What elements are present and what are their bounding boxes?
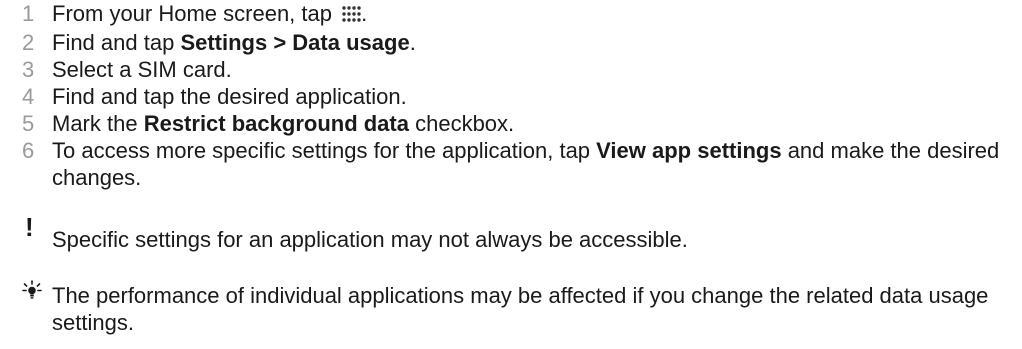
step-text-part: checkbox.	[408, 111, 515, 136]
checkbox-name-label: Restrict background data	[143, 111, 409, 136]
step-text: Find and tap Settings > Data usage.	[52, 29, 1002, 56]
step-5: 5 Mark the Restrict background data chec…	[22, 110, 1002, 137]
step-4: 4 Find and tap the desired application.	[22, 83, 1002, 110]
step-number: 6	[22, 138, 35, 163]
step-1: 1 From your Home screen, tap .	[22, 0, 1002, 29]
step-number: 2	[22, 30, 35, 55]
tip-note-text: The performance of individual applicatio…	[52, 283, 989, 335]
step-3: 3 Select a SIM card.	[22, 56, 1002, 83]
step-text: Mark the Restrict background data checkb…	[52, 110, 1002, 137]
step-text-part: Find and tap	[52, 30, 181, 55]
warning-note: ! Specific settings for an application m…	[22, 212, 1002, 253]
tip-note: The performance of individual applicatio…	[22, 280, 1002, 336]
step-number: 5	[22, 111, 35, 136]
exclamation-icon: !	[25, 212, 34, 242]
step-number: 1	[22, 1, 35, 26]
settings-path-label: Settings > Data usage	[180, 30, 410, 55]
step-number: 4	[22, 84, 35, 109]
step-text-part: To access more specific settings for the…	[52, 138, 597, 163]
step-text: Select a SIM card.	[52, 57, 232, 82]
step-number: 3	[22, 57, 35, 82]
step-text-part: .	[409, 30, 416, 55]
apps-grid-icon	[341, 2, 361, 29]
warning-note-text: Specific settings for an application may…	[52, 227, 688, 252]
step-text-part: From your Home screen, tap	[52, 1, 339, 26]
lightbulb-tip-icon	[22, 280, 52, 309]
step-2: 2 Find and tap Settings > Data usage.	[22, 29, 1002, 56]
step-text: From your Home screen, tap .	[52, 0, 1002, 29]
step-text-part: .	[361, 1, 368, 26]
step-text: Find and tap the desired application.	[52, 84, 407, 109]
step-6: 6 To access more specific settings for t…	[22, 137, 1002, 191]
step-text-part: Mark the	[52, 111, 144, 136]
view-app-settings-label: View app settings	[596, 138, 782, 163]
instruction-steps: 1 From your Home screen, tap . 2 Find an…	[22, 0, 1002, 191]
step-text: To access more specific settings for the…	[52, 137, 1002, 191]
